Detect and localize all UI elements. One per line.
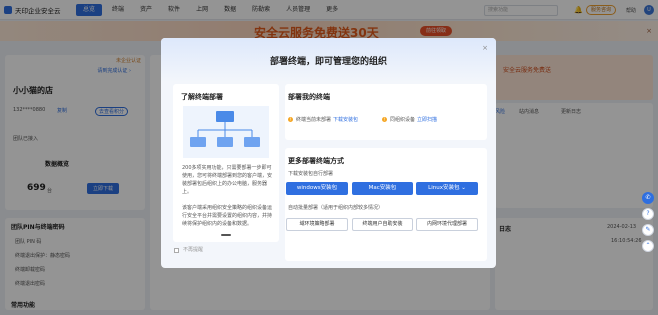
self-install-button[interactable]: 终端用户自助安装 xyxy=(352,218,413,231)
linux-package-dropdown[interactable]: Linux安装包 ⌄ xyxy=(416,182,478,195)
learn-deploy-paragraph-2: 该客户端采用组织安全策略的组织设备运行安全平台并需要设置的组织内容，并持续将保护… xyxy=(182,205,272,227)
warning-icon: ! xyxy=(382,117,387,122)
download-package-link[interactable]: 下载安装包 xyxy=(333,116,358,123)
download-self-deploy-label: 下载安装包自行部署 xyxy=(288,171,334,177)
learn-deploy-title: 了解终端部署 xyxy=(181,93,223,101)
org-device-row: ! 同组织设备 立即扫描 xyxy=(382,116,437,123)
carousel-indicator[interactable] xyxy=(221,234,231,236)
my-terminals-panel: 部署我的终端 ! 终端当前未部署 下载安装包 ! 同组织设备 立即扫描 xyxy=(285,84,487,140)
learn-deploy-paragraph-1: 200多项实用功能，只需要部署一步即可使用，您可将终端部署到您的客户端，安装部署… xyxy=(182,165,273,195)
terminal-status-text: 终端当前未部署 xyxy=(296,117,332,123)
scan-now-link[interactable]: 立即扫描 xyxy=(417,116,437,123)
float-chat-icon[interactable]: ✆ xyxy=(642,192,654,204)
learn-deploy-panel: 了解终端部署 200多项实用功能，只需要部署一步即可使用，您可将终端部署到您的客… xyxy=(173,84,279,242)
modal-close-icon[interactable]: × xyxy=(482,44,488,52)
modal-title: 部署终端，即可管理您的组织 xyxy=(269,57,387,67)
deploy-terminal-modal: 部署终端，即可管理您的组织 × 了解终端部署 200多项实用功能，只需要部署一步… xyxy=(161,38,496,268)
intranet-proxy-deploy-button[interactable]: 内网环境代理部署 xyxy=(416,218,478,231)
mac-package-button[interactable]: Mac安装包 xyxy=(352,182,413,195)
windows-package-button[interactable]: windows安装包 xyxy=(286,182,348,195)
my-terminals-title: 部署我的终端 xyxy=(288,93,330,101)
float-feedback-icon[interactable]: ✎ xyxy=(642,224,654,236)
auto-deploy-label: 自动批量部署（适用于组织内部较多情况） xyxy=(288,205,384,211)
float-top-icon[interactable]: ⌃ xyxy=(642,240,654,252)
more-methods-title: 更多部署终端方式 xyxy=(288,157,344,165)
more-methods-panel: 更多部署终端方式 下载安装包自行部署 windows安装包 Mac安装包 Lin… xyxy=(285,148,487,261)
network-diagram-illustration xyxy=(183,106,269,158)
warning-icon: ! xyxy=(288,117,293,122)
no-remind-checkbox[interactable] xyxy=(174,248,179,253)
domain-policy-deploy-button[interactable]: 域环境策略部署 xyxy=(286,218,348,231)
float-help-icon[interactable]: ? xyxy=(642,208,654,220)
no-remind-label: 不再提醒 xyxy=(183,247,204,253)
org-device-text: 同组织设备 xyxy=(390,117,416,123)
terminal-status-row: ! 终端当前未部署 下载安装包 xyxy=(288,116,358,123)
